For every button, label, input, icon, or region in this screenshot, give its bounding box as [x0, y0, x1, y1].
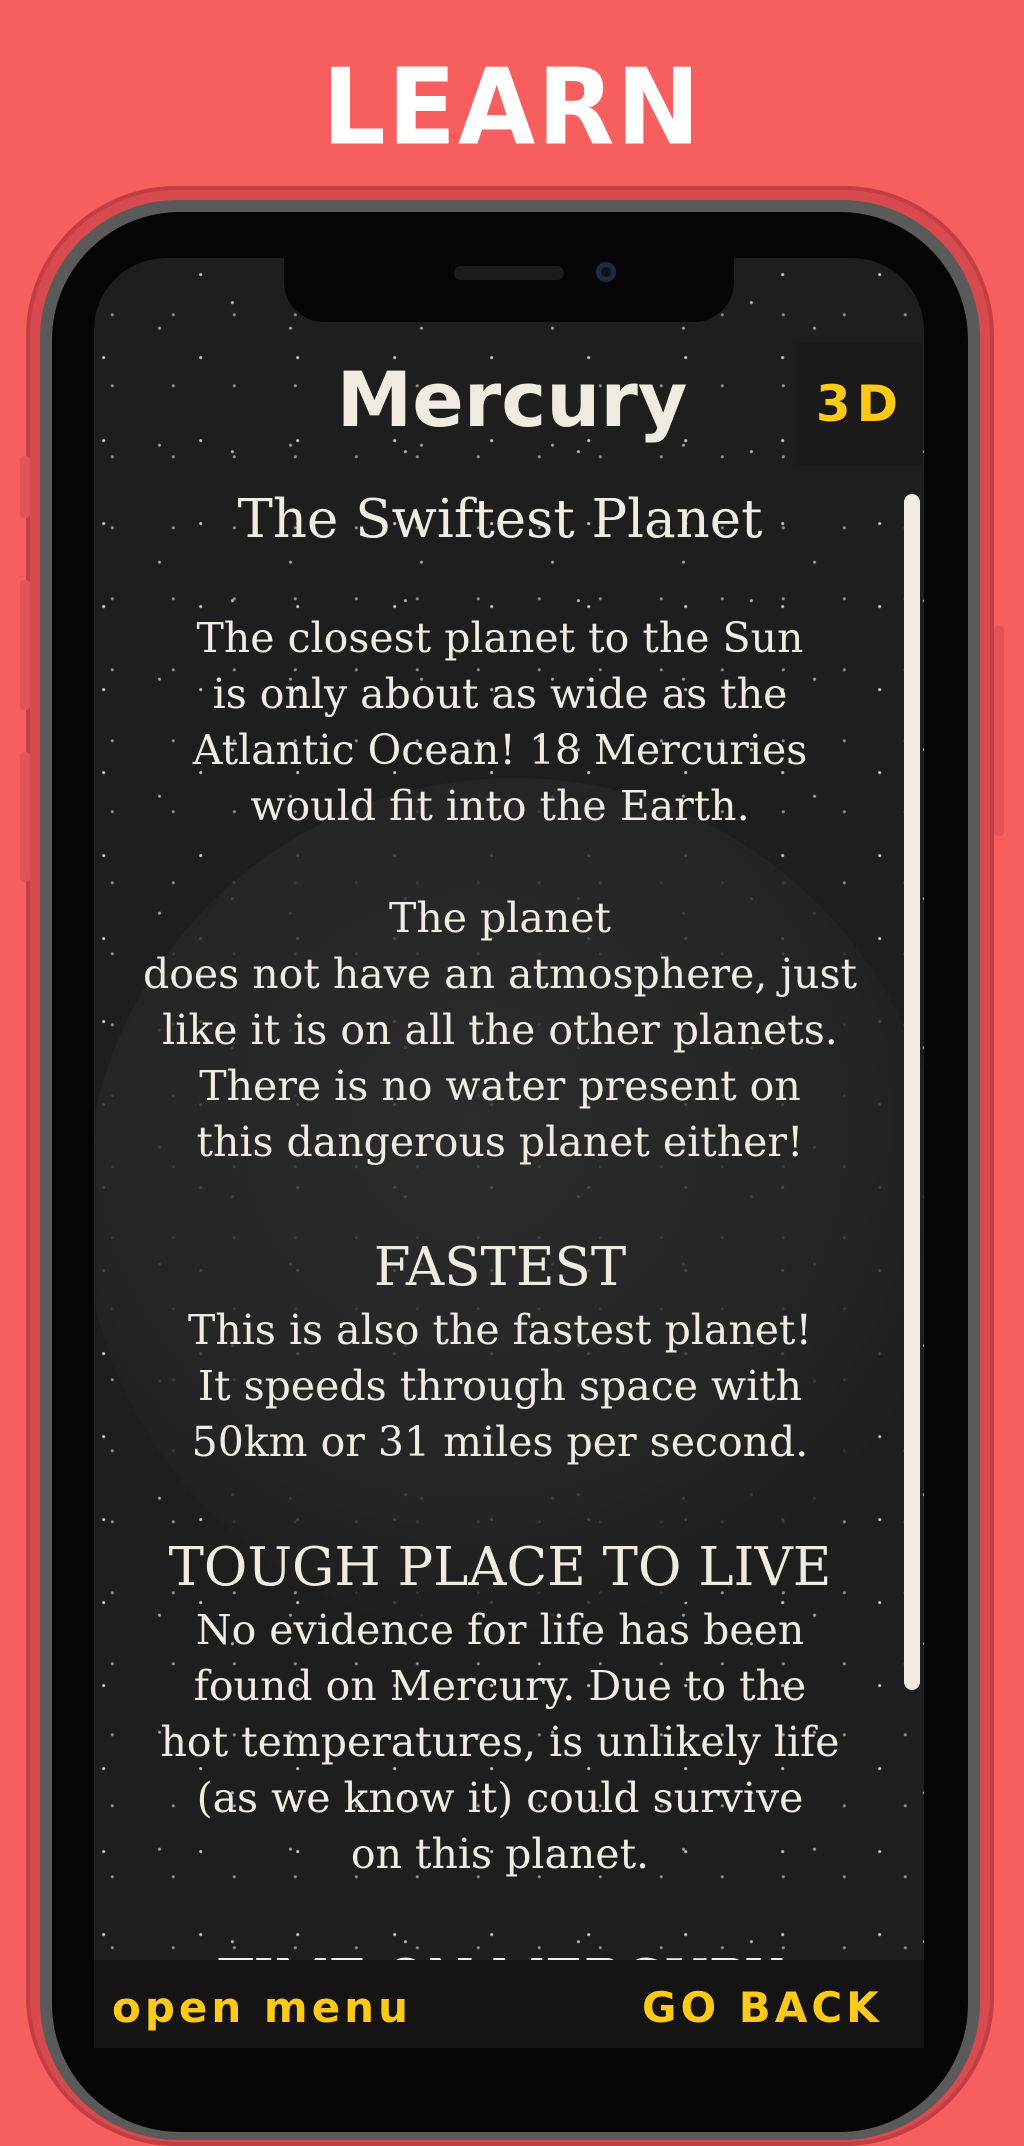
open-menu-button[interactable]: open menu — [112, 1972, 412, 2042]
side-button-volume-down — [20, 752, 30, 882]
text-line: This is also the fastest planet! — [188, 1306, 812, 1354]
paragraph-fastest: This is also the fastest planet! It spee… — [110, 1302, 890, 1470]
text-line: found on Mercury. Due to the — [193, 1662, 807, 1710]
side-button-power — [994, 626, 1004, 836]
text-line: on this planet. — [350, 1830, 650, 1878]
text-line: There is no water present on — [199, 1062, 801, 1110]
text-line: would fit into the Earth. — [250, 782, 750, 830]
text-line: (as we know it) could survive — [196, 1774, 804, 1822]
section-heading-fastest: FASTEST — [373, 1237, 627, 1298]
text-line: does not have an atmosphere, just — [142, 950, 858, 998]
banner-title: LEARN — [321, 46, 703, 169]
text-line: The planet — [389, 894, 611, 942]
text-line: The closest planet to the Sun — [196, 614, 804, 662]
section-heading-tough-place: TOUGH PLACE TO LIVE — [168, 1537, 832, 1598]
speaker-icon — [454, 266, 564, 280]
side-button-mute — [20, 456, 30, 518]
text-line: is only about as wide as the — [212, 670, 788, 718]
text-line: like it is on all the other planets. — [162, 1006, 838, 1054]
text-line: Atlantic Ocean! 18 Mercuries — [192, 726, 808, 774]
text-line: 50km or 31 miles per second. — [191, 1418, 809, 1466]
text-line: hot temperatures, is unlikely life — [160, 1718, 840, 1766]
section-heading-time: TIME ON MERCURY — [110, 1946, 890, 1960]
article-scroll-area[interactable]: The Swiftest Planet The closest planet t… — [110, 486, 890, 1960]
paragraph-atmosphere: The planet does not have an atmosphere, … — [110, 890, 890, 1170]
camera-icon — [596, 262, 616, 282]
paragraph-closest-planet: The closest planet to the Sun is only ab… — [110, 610, 890, 834]
go-back-button[interactable]: GO BACK — [642, 1972, 883, 2042]
text-line: It speeds through space with — [197, 1362, 803, 1410]
view-3d-button[interactable]: 3D — [798, 342, 922, 466]
article-heading: The Swiftest Planet — [237, 489, 763, 550]
text-line: this dangerous planet either! — [196, 1118, 804, 1166]
side-button-volume-up — [20, 580, 30, 710]
paragraph-tough-place: No evidence for life has been found on M… — [110, 1602, 890, 1882]
scrollbar[interactable] — [904, 494, 920, 1690]
text-line: No evidence for life has been — [195, 1606, 805, 1654]
